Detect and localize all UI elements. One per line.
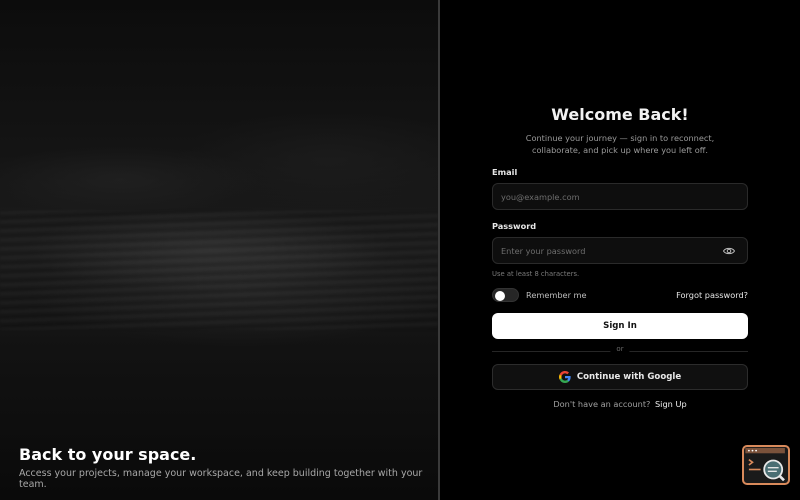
hero-title: Back to your space. — [19, 445, 197, 464]
password-field-wrapper — [492, 237, 748, 264]
or-label: or — [610, 345, 630, 353]
google-button-label: Continue with Google — [576, 372, 682, 382]
remember-me-control: Remember me — [492, 288, 587, 302]
remember-me-toggle[interactable] — [492, 288, 519, 302]
email-field[interactable] — [493, 184, 747, 209]
forgot-password-link[interactable]: Forgot password? — [676, 290, 748, 300]
email-label: Email — [492, 167, 518, 177]
sign-in-button[interactable]: Sign In — [492, 313, 748, 339]
sign-up-link[interactable]: Sign Up — [655, 399, 687, 409]
options-row: Remember me Forgot password? — [492, 287, 748, 303]
hero-subtitle: Access your projects, manage your worksp… — [19, 468, 423, 490]
eye-icon[interactable] — [723, 246, 735, 256]
or-divider: or — [492, 344, 748, 358]
page-subtitle: Continue your journey — sign in to recon… — [525, 133, 715, 155]
sign-up-prompt: Don't have an account? — [553, 399, 651, 409]
email-field-wrapper — [492, 183, 748, 210]
terminal-search-icon[interactable] — [742, 445, 790, 485]
google-sign-in-button[interactable]: Continue with Google — [492, 364, 748, 390]
hero-panel: Back to your space. Access your projects… — [0, 0, 438, 500]
remember-me-label: Remember me — [526, 290, 587, 300]
login-panel: Welcome Back! Continue your journey — si… — [440, 0, 800, 500]
google-icon — [558, 371, 571, 383]
terminal-search-glyph — [745, 447, 785, 482]
password-label: Password — [492, 221, 537, 231]
toggle-knob — [495, 290, 505, 301]
password-hint: Use at least 8 characters. — [492, 270, 580, 278]
login-form: Welcome Back! Continue your journey — si… — [492, 105, 748, 409]
page-title: Welcome Back! — [551, 105, 689, 124]
hero-background-image — [0, 210, 438, 330]
sign-up-row: Don't have an account? Sign Up — [492, 399, 748, 409]
password-field[interactable] — [493, 238, 747, 263]
